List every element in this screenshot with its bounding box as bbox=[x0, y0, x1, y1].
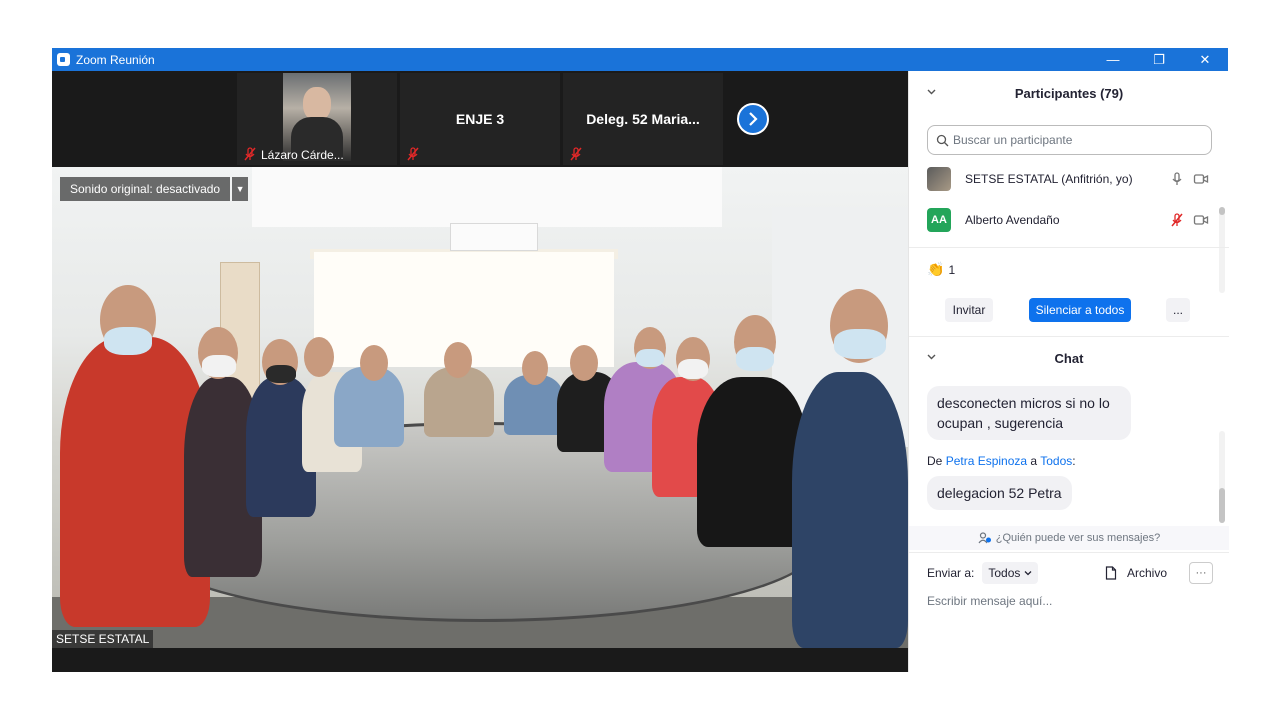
participant-row[interactable]: SETSE ESTATAL (Anfitrión, yo) bbox=[927, 163, 1209, 195]
video-camera-icon[interactable] bbox=[1193, 212, 1209, 228]
participants-scrollbar[interactable] bbox=[1219, 207, 1225, 293]
caret-down-icon[interactable]: ▼ bbox=[232, 177, 249, 201]
window-title: Zoom Reunión bbox=[76, 52, 155, 67]
search-icon bbox=[936, 134, 949, 146]
participant-search[interactable] bbox=[927, 125, 1212, 155]
send-to-row: Enviar a: Todos Archivo ··· bbox=[927, 562, 1217, 584]
side-panel: Participantes (79) SETSE ESTATAL (Anfitr… bbox=[908, 71, 1229, 672]
title-bar: Zoom Reunión — ❐ ✕ bbox=[52, 48, 1228, 71]
chat-message-input[interactable] bbox=[927, 591, 1217, 611]
thumbnail-strip: Lázaro Cárde... ENJE 3 Deleg. 52 Maria..… bbox=[52, 71, 908, 166]
chevron-down-icon[interactable] bbox=[927, 352, 936, 361]
chat-scroll-thumb[interactable] bbox=[1219, 488, 1225, 523]
reaction-count: 1 bbox=[948, 262, 956, 277]
close-button[interactable]: ✕ bbox=[1182, 48, 1228, 71]
participant-actions: Invitar Silenciar a todos ... bbox=[909, 298, 1229, 322]
chevron-right-icon bbox=[749, 112, 758, 126]
recipient-select[interactable]: Todos bbox=[982, 562, 1039, 584]
mute-all-button[interactable]: Silenciar a todos bbox=[1029, 298, 1131, 322]
zoom-app-icon bbox=[57, 53, 70, 66]
send-to-label: Enviar a: bbox=[927, 566, 975, 580]
zoom-window: Zoom Reunión — ❐ ✕ Lázaro Cárde... ENJE … bbox=[52, 48, 1229, 672]
original-sound-control: Sonido original: desactivado ▼ bbox=[60, 177, 249, 201]
active-speaker-video[interactable]: Sonido original: desactivado ▼ SETSE EST… bbox=[52, 167, 908, 648]
recipient-link[interactable]: Todos bbox=[1040, 454, 1072, 468]
video-camera-icon[interactable] bbox=[1193, 171, 1209, 187]
minimize-button[interactable]: — bbox=[1090, 48, 1136, 71]
reaction-summary: 👏 1 bbox=[927, 261, 955, 278]
chat-title: Chat bbox=[1054, 350, 1084, 366]
file-icon bbox=[1105, 566, 1117, 580]
thumbnail-video-3[interactable]: Deleg. 52 Maria... bbox=[563, 73, 723, 165]
original-sound-button[interactable]: Sonido original: desactivado bbox=[60, 177, 231, 201]
more-options-button[interactable]: ... bbox=[1166, 298, 1190, 322]
participants-scroll-thumb[interactable] bbox=[1219, 207, 1225, 215]
chat-message: desconecten micros si no lo ocupan , sug… bbox=[927, 386, 1131, 440]
video-area: Lázaro Cárde... ENJE 3 Deleg. 52 Maria..… bbox=[52, 71, 908, 672]
restore-button[interactable]: ❐ bbox=[1136, 48, 1182, 71]
chevron-down-icon bbox=[1024, 571, 1032, 576]
chat-sender-line: De Petra Espinoza a Todos: bbox=[927, 454, 1076, 468]
who-can-see-link[interactable]: ¿Quién puede ver sus mensajes? bbox=[909, 526, 1229, 550]
clapping-hands-icon: 👏 bbox=[927, 261, 945, 277]
chat-message: delegacion 52 Petra bbox=[927, 476, 1072, 510]
muted-mic-icon[interactable] bbox=[1169, 212, 1185, 228]
next-page-button[interactable] bbox=[737, 103, 769, 135]
thumbnail-video-1[interactable]: Lázaro Cárde... bbox=[237, 73, 397, 165]
participants-header: Participantes (79) bbox=[909, 73, 1229, 113]
search-input[interactable] bbox=[953, 133, 1193, 147]
chat-more-button[interactable]: ··· bbox=[1189, 562, 1213, 584]
participant-name: SETSE ESTATAL (Anfitrión, yo) bbox=[965, 172, 1133, 186]
sender-link[interactable]: Petra Espinoza bbox=[946, 454, 1027, 468]
avatar: AA bbox=[927, 208, 951, 232]
participant-row[interactable]: AA Alberto Avendaño bbox=[927, 204, 1209, 236]
who-can-see-text: ¿Quién puede ver sus mensajes? bbox=[995, 532, 1161, 544]
thumbnail-video-2[interactable]: ENJE 3 bbox=[400, 73, 560, 165]
microphone-icon[interactable] bbox=[1169, 171, 1185, 187]
muted-mic-icon bbox=[407, 147, 419, 161]
invite-button[interactable]: Invitar bbox=[945, 298, 993, 322]
muted-mic-icon bbox=[570, 147, 582, 161]
speaker-name-label: SETSE ESTATAL bbox=[52, 630, 154, 648]
participants-title: Participantes (79) bbox=[1014, 85, 1124, 101]
thumbnail-name: ENJE 3 bbox=[455, 111, 505, 127]
thumbnail-name: Deleg. 52 Maria... bbox=[586, 111, 700, 127]
chevron-down-icon[interactable] bbox=[927, 87, 936, 96]
avatar bbox=[927, 167, 951, 191]
file-button[interactable]: Archivo bbox=[1105, 562, 1167, 584]
chat-header: Chat bbox=[909, 338, 1229, 378]
thumbnail-name: Lázaro Cárde... bbox=[261, 148, 344, 162]
people-icon bbox=[978, 532, 991, 544]
muted-mic-icon bbox=[244, 147, 256, 161]
participant-name: Alberto Avendaño bbox=[965, 213, 1060, 227]
window-controls: — ❐ ✕ bbox=[1090, 48, 1228, 71]
